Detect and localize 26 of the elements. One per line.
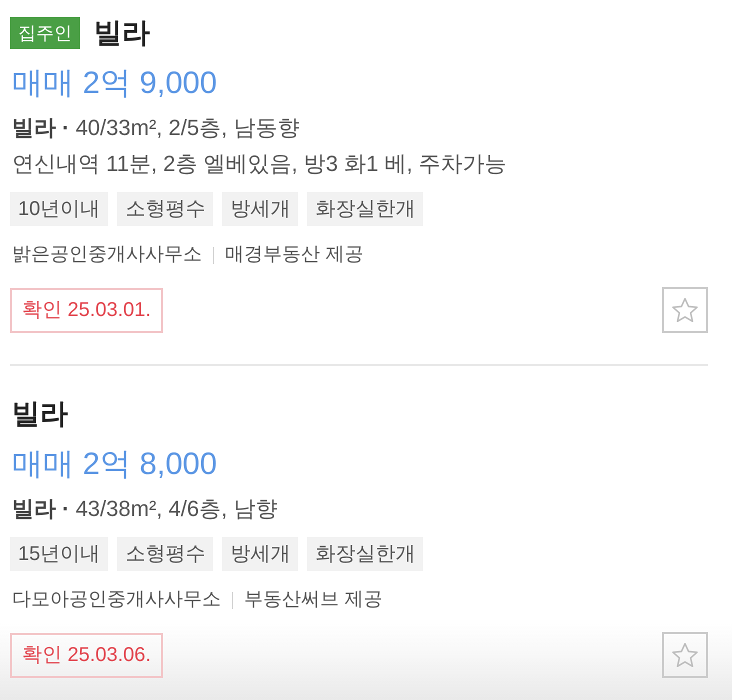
provider-text: 매경부동산 제공 — [225, 243, 364, 267]
confirm-date-badge: 확인 25.03.06. — [10, 632, 163, 678]
agency-name: 밝은공인중개사사무소 — [12, 243, 202, 267]
star-icon — [672, 298, 698, 322]
owner-badge: 집주인 — [10, 17, 80, 49]
price-text: 매매 2억 9,000 — [11, 64, 218, 102]
listing-title: 빌라 — [94, 16, 150, 50]
feature-tag: 방세개 — [222, 537, 298, 571]
spec-text: 빌라 · 40/33m², 2/5층, 남동향 — [11, 114, 300, 142]
feature-tag: 소형평수 — [117, 192, 214, 226]
favorite-button[interactable] — [662, 632, 708, 678]
listing-title: 빌라 — [11, 397, 68, 431]
feature-tag: 방세개 — [222, 192, 298, 226]
feature-tag: 소형평수 — [117, 537, 214, 571]
agency-name: 다모아공인중개사사무소 — [12, 588, 221, 612]
description-text: 연신내역 11분, 2층 엘베있음, 방3 화1 베, 주차가능 — [11, 150, 507, 178]
star-icon — [672, 643, 698, 667]
feature-tag: 화장실한개 — [307, 537, 424, 571]
feature-tag: 화장실한개 — [307, 192, 424, 226]
spec-text: 빌라 · 43/38m², 4/6층, 남향 — [11, 495, 278, 523]
provider-text: 부동산써브 제공 — [244, 588, 382, 612]
feature-tag: 15년이내 — [10, 537, 108, 571]
feature-tag: 10년이내 — [10, 192, 108, 226]
confirm-date-badge: 확인 25.03.01. — [10, 288, 163, 332]
price-text: 매매 2억 8,000 — [11, 445, 218, 483]
favorite-button[interactable] — [662, 287, 708, 333]
